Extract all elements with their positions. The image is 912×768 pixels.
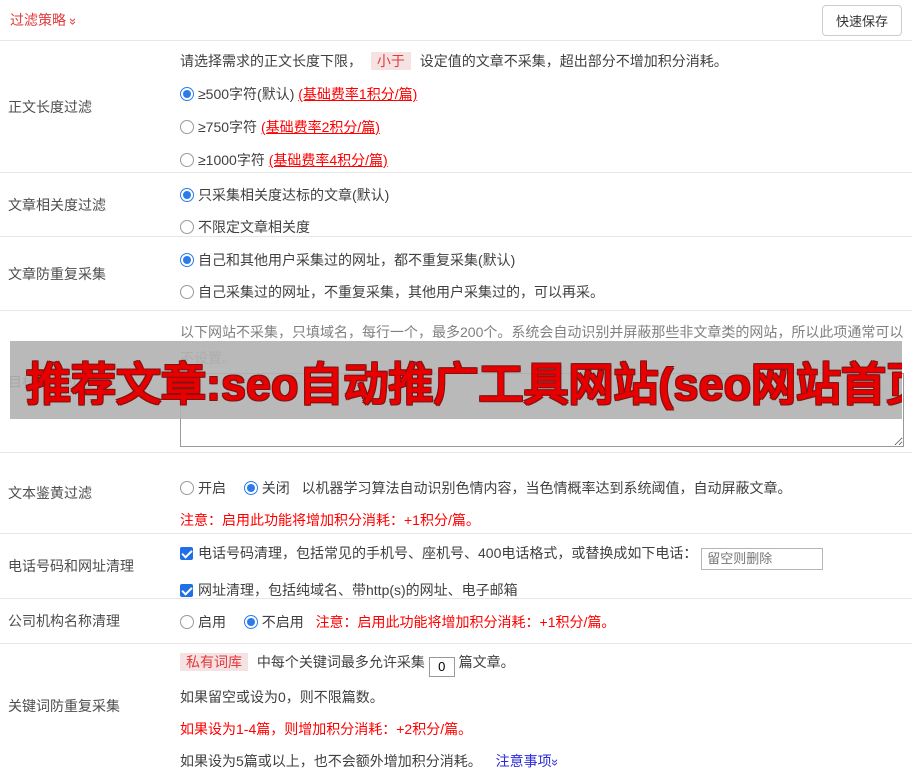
row-label: 正文长度过滤 (8, 98, 92, 115)
chevron-down-icon: » (547, 758, 563, 766)
row-label: 关键词防重复采集 (8, 698, 120, 714)
row-porn-filter: 文本鉴黄过滤 开启 关闭 以机器学习算法自动识别色情内容，当色情概率达到系统阈值… (0, 452, 912, 533)
company-cost-note: 注意：启用此功能将增加积分消耗：+1积分/篇。 (315, 614, 616, 630)
radio-icon[interactable] (180, 285, 194, 299)
keyword-limit-line: 私有词库 中每个关键词最多允许采集 篇文章。 (180, 651, 904, 677)
replacement-phone-input[interactable] (701, 547, 824, 570)
row-label: 公司机构名称清理 (8, 613, 120, 629)
less-than-tag: 小于 (370, 52, 411, 70)
row-label: 文章相关度过滤 (8, 196, 106, 213)
porn-desc: 以机器学习算法自动识别色情内容，当色情概率达到系统阈值，自动屏蔽文章。 (301, 480, 792, 496)
checkbox-checked-icon[interactable] (180, 547, 193, 560)
radio-selected-icon[interactable] (180, 87, 194, 101)
cost-note: (基础费率4积分/篇) (268, 152, 388, 168)
dedupe-option-all-users[interactable]: 自己和其他用户采集过的网址，都不重复采集(默认) (180, 250, 904, 270)
radio-selected-icon[interactable] (243, 481, 258, 495)
length-intro: 请选择需求的正文长度下限， 小于 设定值的文章不采集，超出部分不增加积分消耗。 (180, 52, 728, 70)
dedupe-option-self-only[interactable]: 自己采集过的网址，不重复采集，其他用户采集过的，可以再采。 (180, 282, 904, 302)
quick-save-button[interactable]: 快速保存 (821, 4, 902, 36)
radio-icon[interactable] (180, 481, 194, 495)
cost-note: (基础费率1积分/篇) (298, 86, 418, 102)
notice-link[interactable]: 注意事项» (496, 753, 563, 768)
row-keyword-dedupe: 关键词防重复采集 私有词库 中每个关键词最多允许采集 篇文章。 如果留空或设为0… (0, 643, 912, 768)
section-title-toggle[interactable]: 过滤策略 » (10, 10, 82, 30)
cost-note: (基础费率2积分/篇) (260, 119, 380, 135)
row-phone-url-cleanup: 电话号码和网址清理 电话号码清理，包括常见的手机号、座机号、400电话格式，或替… (0, 533, 912, 598)
row-label: 文本鉴黄过滤 (8, 485, 92, 501)
length-option-750[interactable]: ≥750字符 (基础费率2积分/篇) (180, 117, 904, 137)
keyword-max-count-input[interactable] (428, 656, 455, 677)
radio-icon[interactable] (180, 153, 194, 167)
checkbox-checked-icon[interactable] (180, 583, 193, 597)
row-dedupe-collect: 文章防重复采集 自己和其他用户采集过的网址，都不重复采集(默认) 自己采集过的网… (0, 236, 912, 310)
length-option-1000[interactable]: ≥1000字符 (基础费率4积分/篇) (180, 150, 904, 170)
radio-icon[interactable] (180, 220, 194, 234)
keyword-note-five-plus: 如果设为5篇或以上，也不会额外增加积分消耗。 注意事项» (180, 752, 563, 768)
row-content-length-filter: 正文长度过滤 请选择需求的正文长度下限， 小于 设定值的文章不采集，超出部分不增… (0, 40, 912, 172)
chevron-down-icon: » (66, 17, 82, 26)
row-label: 文章防重复采集 (8, 265, 106, 282)
row-relevance-filter: 文章相关度过滤 只采集相关度达标的文章(默认) 不限定文章相关度 (0, 172, 912, 236)
radio-selected-icon[interactable] (180, 253, 194, 267)
radio-icon[interactable] (180, 615, 194, 629)
length-option-500[interactable]: ≥500字符(默认) (基础费率1积分/篇) (180, 84, 904, 104)
url-cleanup-option[interactable]: 网址清理，包括纯域名、带http(s)的网址、电子邮箱 (180, 580, 904, 600)
page-title: 过滤策略 (10, 12, 66, 28)
row-company-name-cleanup: 公司机构名称清理 启用 不启用 注意：启用此功能将增加积分消耗：+1积分/篇。 (0, 598, 912, 643)
promo-overlay-text: 推荐文章:seo自动推广工具网站(seo网站首页 (26, 358, 902, 410)
radio-selected-icon[interactable] (243, 615, 258, 629)
radio-selected-icon[interactable] (180, 188, 194, 202)
private-lexicon-tag: 私有词库 (180, 653, 248, 671)
porn-option-on[interactable]: 开启 (180, 480, 226, 496)
porn-cost-note: 注意：启用此功能将增加积分消耗：+1积分/篇。 (180, 512, 480, 528)
company-option-enable[interactable]: 启用 (180, 614, 226, 630)
relevance-option-any[interactable]: 不限定文章相关度 (180, 217, 904, 237)
keyword-note-unlimited: 如果留空或设为0，则不限篇数。 (180, 688, 384, 705)
filter-strategy-page: 过滤策略 » 快速保存 正文长度过滤 请选择需求的正文长度下限， 小于 设定值的… (0, 0, 912, 768)
topbar: 过滤策略 » 快速保存 (0, 0, 912, 40)
keyword-note-cost: 如果设为1-4篇，则增加积分消耗：+2积分/篇。 (180, 720, 473, 737)
radio-icon[interactable] (180, 120, 194, 134)
phone-cleanup-option[interactable]: 电话号码清理，包括常见的手机号、座机号、400电话格式，或替换成如下电话： (180, 542, 904, 570)
company-option-disable[interactable]: 不启用 (243, 614, 304, 630)
promo-overlay-banner[interactable]: 推荐文章:seo自动推广工具网站(seo网站首页 (10, 341, 902, 419)
porn-option-off[interactable]: 关闭 (243, 480, 290, 496)
relevance-option-strict[interactable]: 只采集相关度达标的文章(默认) (180, 185, 904, 205)
row-label: 电话号码和网址清理 (8, 558, 134, 574)
